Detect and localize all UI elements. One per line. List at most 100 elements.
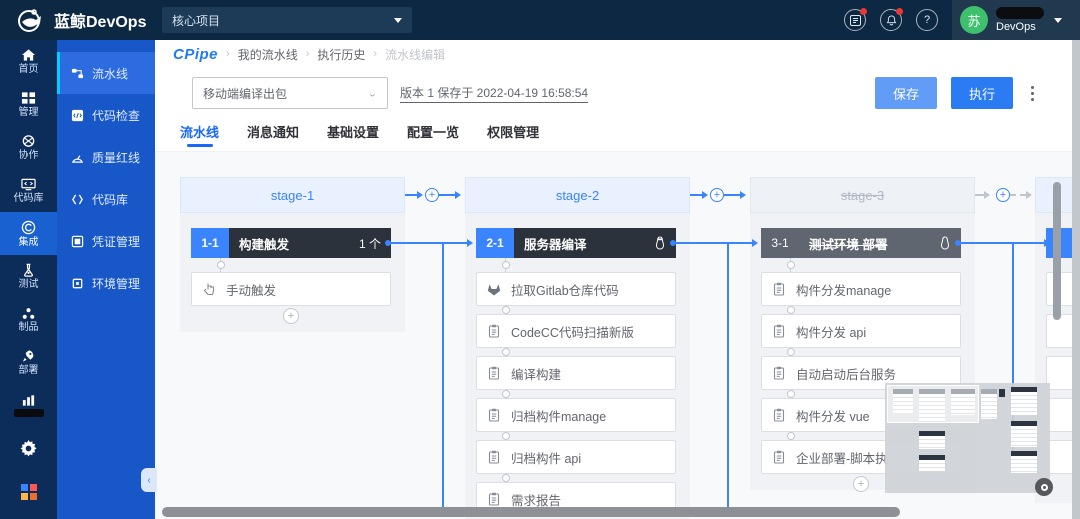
cpipe-logo[interactable]: CPipe [173,46,218,63]
breadcrumb-current: 流水线编辑 [385,47,446,62]
repo-icon [72,194,83,204]
pipeline-icon [71,68,84,78]
horizontal-scrollbar-thumb[interactable] [162,507,900,517]
sidebar-label: 凭证管理 [92,234,141,249]
breadcrumb-separator: › [373,48,378,60]
environment-icon [72,278,83,288]
task-archive-api[interactable]: 归档构件 api [476,440,676,474]
job-2-1-header[interactable]: 2-1 服务器编译 [476,228,676,258]
task-manual-trigger[interactable]: 手动触发 [191,272,391,306]
canvas-vertical-scrollbar-thumb[interactable] [1053,182,1061,320]
rail-item-collab[interactable]: 协作 [0,126,57,169]
rocket-icon [22,350,34,362]
rail-item-deploy[interactable]: 部署 [0,341,57,384]
rail-item-apps[interactable] [0,470,57,513]
tab-permissions[interactable]: 权限管理 [487,118,539,151]
version-link[interactable]: 版本 1 保存于 2022-04-19 16:58:54 [400,84,589,103]
task-connector [761,306,961,314]
collab-icon [22,135,35,147]
rail-item-test[interactable]: 测试 [0,255,57,298]
page-vertical-scrollbar[interactable] [1072,40,1080,519]
rail-item-integration[interactable]: 集成 [0,212,57,255]
rail-label: 测试 [18,279,39,290]
task-distribute-api[interactable]: 构件分发 api [761,314,961,348]
add-task-icon[interactable]: + [853,476,869,492]
pipeline-minimap[interactable] [885,383,1050,493]
tab-pipeline[interactable]: 流水线 [180,118,219,151]
rail-item-home[interactable]: 首页 [0,40,57,83]
tab-basic-settings[interactable]: 基础设置 [327,118,379,151]
manual-trigger-icon [192,282,226,296]
add-stage-button[interactable]: + [710,188,724,202]
user-meta: DevOps [996,7,1044,33]
pipeline-select[interactable]: 移动端编译出包 ⌄ [192,77,388,109]
clipboard-icon [762,324,796,338]
task-build[interactable]: 编译构建 [476,356,676,390]
help-icon[interactable]: ? [916,9,938,31]
header-right: ? 苏 DevOps [844,0,1080,40]
pipeline-canvas[interactable]: stage-1 1-1 构建触发 1 个 手动触发 + stage-2 2-1 … [155,152,1080,519]
whale-icon [18,9,41,32]
run-button[interactable]: 执行 [950,77,1013,109]
rail-item-manage[interactable]: 管理 [0,83,57,126]
add-stage-button[interactable]: + [996,188,1010,202]
rail-item-settings[interactable] [0,427,57,470]
minimap-toggle-button[interactable] [1035,478,1053,496]
rail-label: 制品 [18,321,39,333]
stage-3-header[interactable]: stage-3 [750,177,975,213]
sidebar-collapse-button[interactable]: ‹ [141,468,157,492]
add-stage-button[interactable]: + [425,188,439,202]
clipboard-icon [762,282,796,296]
chevron-down-icon [1054,17,1062,23]
sidebar-item-coderepo[interactable]: 代码库 [57,178,155,220]
stage-1-header[interactable]: stage-1 [180,177,405,213]
sidebar-label: 代码库 [92,192,129,207]
rail-item-artifact[interactable]: 制品 [0,298,57,341]
tab-config-overview[interactable]: 配置一览 [407,118,459,151]
clipboard-icon [762,366,796,380]
user-menu[interactable]: 苏 DevOps [952,0,1080,40]
task-archive-manage[interactable]: 归档构件manage [476,398,676,432]
sidebar-item-environment[interactable]: 环境管理 [57,262,155,304]
task-connector [476,432,676,440]
breadcrumb-my-pipelines[interactable]: 我的流水线 [238,46,298,63]
job-name: 测试环境 部署 [809,237,888,252]
stage-2-body: 2-1 服务器编译 拉取Gitlab仓库代码 CodeCC代码扫描新版 编译构建… [465,213,690,519]
more-menu-icon[interactable] [1027,82,1038,105]
minimap-card [919,389,945,423]
task-distribute-manage[interactable]: 构件分发manage [761,272,961,306]
add-task-icon[interactable]: + [283,308,299,324]
job-index: 2-1 [476,228,514,258]
task-gitlab-checkout[interactable]: 拉取Gitlab仓库代码 [476,272,676,306]
sidebar-label: 环境管理 [92,276,141,291]
save-button[interactable]: 保存 [874,77,937,109]
user-org: DevOps [996,21,1036,33]
rail-item-repo[interactable]: 代码库 [0,169,57,212]
stage-2-header[interactable]: stage-2 [465,177,690,213]
rail-item-measure[interactable] [0,384,57,427]
tab-notifications[interactable]: 消息通知 [247,118,299,151]
rail-label-redacted [13,409,44,417]
task-label: 归档构件manage [511,409,607,424]
sidebar-item-credentials[interactable]: 凭证管理 [57,220,155,262]
task-connector [476,474,676,482]
bell-icon[interactable] [880,8,903,31]
project-select[interactable]: 核心项目 [162,7,412,33]
sidebar-item-pipeline[interactable]: 流水线 [57,52,155,94]
minimap-card [1011,421,1037,447]
app-squares-icon [20,483,37,500]
job-3-1-header[interactable]: 3-1 测试环境 部署 [761,228,961,258]
task-codecc-scan[interactable]: CodeCC代码扫描新版 [476,314,676,348]
sidebar-item-codecheck[interactable]: 代码检查 [57,94,155,136]
job-name: 构建触发 [239,237,290,252]
notice-list-icon[interactable] [844,8,867,31]
quality-gate-icon [71,154,84,163]
flask-icon [24,263,33,277]
minimap-card [919,455,945,471]
job-connection-line [442,243,444,513]
blueking-logo[interactable]: 蓝鲸DevOps [0,7,152,33]
breadcrumb-exec-history[interactable]: 执行历史 [317,46,365,63]
sidebar-item-quality[interactable]: 质量红线 [57,136,155,178]
task-label: 需求报告 [511,493,562,508]
job-1-1-header[interactable]: 1-1 构建触发 1 个 [191,228,391,258]
